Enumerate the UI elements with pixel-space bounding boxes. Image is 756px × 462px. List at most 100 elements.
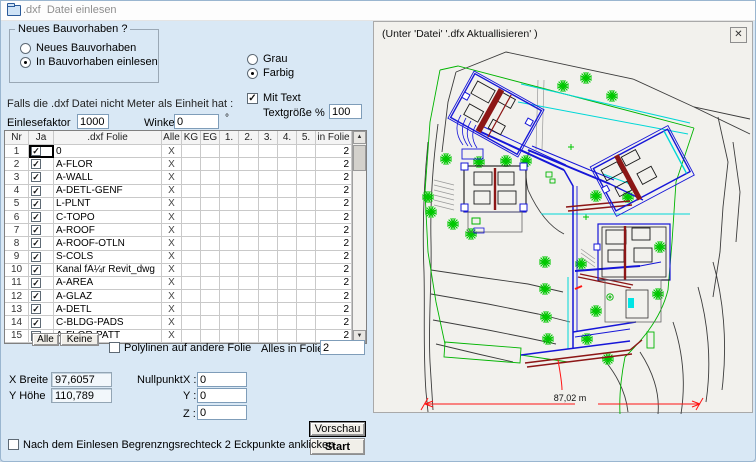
ja-cell: ✓ (29, 276, 54, 291)
table-row: 5 ✓ L-PLNT X 2 (5, 197, 366, 211)
vorschau-button[interactable]: Vorschau (310, 422, 365, 436)
layer-checkbox[interactable]: ✓ (31, 212, 41, 223)
column-header-kg[interactable]: KG (182, 131, 201, 145)
column-header-alle[interactable]: Alle (162, 131, 182, 145)
column-header-in-folie[interactable]: in Folie (316, 131, 352, 145)
in-folie-value: 2 (316, 276, 352, 291)
ja-cell: ✓ (29, 303, 54, 317)
layer-checkbox[interactable]: ✓ (31, 251, 41, 262)
einlesefaktor-label: Einlesefaktor (7, 117, 71, 129)
c1-cell (220, 210, 239, 225)
c5-cell (297, 171, 316, 185)
in-folie-value: 2 (316, 303, 352, 317)
table-row: 1 ✓ 0 X 2 (5, 145, 366, 159)
alles-in-folie-input[interactable] (320, 340, 365, 355)
c5-cell (297, 303, 316, 317)
alle-button[interactable]: Alle (32, 333, 59, 346)
layer-checkbox[interactable]: ✓ (31, 317, 41, 328)
c1-cell (220, 171, 239, 185)
scroll-up-icon[interactable]: ▲ (353, 131, 366, 144)
alle-mark: X (162, 158, 182, 172)
einlesefaktor-input[interactable] (77, 114, 109, 129)
table-row: 7 ✓ A-ROOF X 2 (5, 224, 366, 238)
column-header-3-[interactable]: 3. (259, 131, 278, 145)
in-folie-value: 2 (316, 210, 352, 225)
c4-cell (278, 145, 297, 159)
layer-checkbox[interactable]: ✓ (31, 146, 41, 157)
close-icon[interactable]: ✕ (730, 27, 747, 43)
winkel-input[interactable] (174, 114, 219, 129)
layer-checkbox[interactable]: ✓ (31, 264, 41, 275)
c1-cell (220, 276, 239, 291)
c2-cell (239, 276, 259, 291)
radio-farbig[interactable] (247, 68, 258, 79)
eg-cell (201, 276, 220, 291)
begrenzungsrechteck-checkbox[interactable] (8, 439, 19, 450)
kg-cell (182, 263, 201, 277)
c1-cell (220, 224, 239, 238)
mit-text-checkbox[interactable]: ✓ (247, 93, 258, 104)
c1-cell (220, 329, 239, 343)
folder-icon (7, 3, 21, 16)
kg-cell (182, 316, 201, 330)
row-number: 7 (5, 224, 29, 238)
scrollbar-thumb[interactable] (353, 145, 366, 171)
c2-cell (239, 250, 259, 264)
c5-cell (297, 263, 316, 277)
x-breite-value: 97,6057 (51, 372, 112, 387)
in-folie-value: 2 (316, 316, 352, 330)
nullpunkt-z-input[interactable] (197, 405, 247, 420)
column-header-nr[interactable]: Nr (5, 131, 29, 145)
textgroesse-input[interactable] (329, 104, 362, 119)
layer-checkbox[interactable]: ✓ (31, 225, 41, 236)
layer-checkbox[interactable]: ✓ (31, 304, 41, 315)
table-scrollbar[interactable]: ▲ ▼ (352, 131, 366, 343)
c5-cell (297, 250, 316, 264)
c1-cell (220, 290, 239, 304)
layer-checkbox[interactable]: ✓ (31, 198, 41, 209)
eg-cell (201, 158, 220, 172)
c4-cell (278, 224, 297, 238)
radio-neues-bauvorhaben[interactable] (20, 43, 31, 54)
column-header--dxf-folie[interactable]: .dxf Folie (54, 131, 162, 145)
alle-mark: X (162, 145, 182, 159)
row-number: 15 (5, 329, 29, 343)
layer-checkbox[interactable]: ✓ (31, 159, 41, 170)
row-number: 6 (5, 210, 29, 225)
nullpunkt-y-label: Y : (183, 390, 197, 402)
radio-grau[interactable] (247, 54, 258, 65)
c2-cell (239, 224, 259, 238)
layer-checkbox[interactable]: ✓ (31, 172, 41, 183)
layer-checkbox[interactable]: ✓ (31, 185, 41, 196)
eg-cell (201, 184, 220, 198)
alle-mark: X (162, 171, 182, 185)
layer-name: A-AREA (54, 276, 162, 291)
layer-checkbox[interactable]: ✓ (31, 238, 41, 249)
keine-button[interactable]: Keine (60, 333, 99, 346)
radio-in-bauvorhaben-einlesen[interactable] (20, 57, 31, 68)
y-hoehe-label: Y Höhe (9, 390, 46, 402)
layer-checkbox[interactable]: ✓ (31, 277, 41, 288)
eg-cell (201, 303, 220, 317)
ja-cell: ✓ (29, 316, 54, 330)
nullpunkt-x-input[interactable] (197, 372, 247, 387)
preview-panel: 87,02 m (Unter 'Datei' '.dfx Aktuallisie… (373, 21, 753, 414)
column-header-ja[interactable]: Ja (29, 131, 54, 145)
nullpunkt-y-input[interactable] (197, 388, 247, 403)
site-boundary (424, 65, 695, 414)
column-header-eg[interactable]: EG (201, 131, 220, 145)
kg-cell (182, 145, 201, 159)
c1-cell (220, 158, 239, 172)
c1-cell (220, 184, 239, 198)
layer-checkbox[interactable]: ✓ (31, 291, 41, 302)
ja-cell: ✓ (29, 210, 54, 225)
column-header-4-[interactable]: 4. (278, 131, 297, 145)
column-header-5-[interactable]: 5. (297, 131, 316, 145)
c5-cell (297, 276, 316, 291)
column-header-2-[interactable]: 2. (239, 131, 259, 145)
column-header-1-[interactable]: 1. (220, 131, 239, 145)
polylinen-checkbox[interactable] (109, 342, 120, 353)
table-row: 10 ✓ Kanal fÃ¼r Revit_dwg X 2 (5, 263, 366, 277)
kg-cell (182, 290, 201, 304)
textgroesse-label: Textgröße % (263, 107, 325, 119)
